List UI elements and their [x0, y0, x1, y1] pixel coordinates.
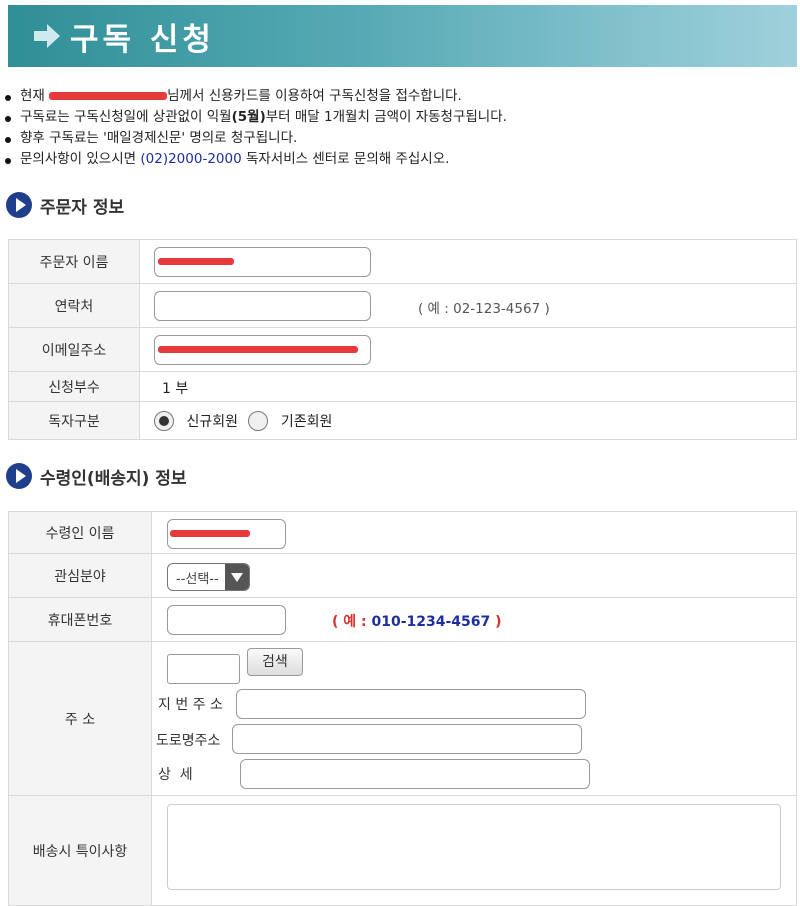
- receiver-name-cell: [151, 511, 797, 554]
- interest-selected-value: --선택--: [176, 571, 219, 587]
- redacted-receiver-name: [170, 530, 250, 537]
- jibun-address-label: 지 번 주 소: [158, 697, 223, 713]
- detail-address-label: 상 세: [158, 767, 193, 783]
- delivery-note-cell: [151, 795, 797, 906]
- interest-cell: --선택--: [151, 553, 797, 598]
- jibun-address-input[interactable]: [236, 689, 586, 719]
- page-header-banner: 구독 신청: [8, 5, 797, 67]
- mobile-hint: ( 예 : 010-1234-4567 ): [332, 614, 502, 630]
- notice-item: 현재 님께서 신용카드를 이용하여 구독신청을 접수합니다.: [0, 86, 790, 107]
- notice-item: 문의사항이 있으시면 (02)2000-2000 독자서비스 센터로 문의해 주…: [0, 149, 790, 170]
- reader-type-label: 독자구분: [8, 401, 140, 440]
- notice-item: 향후 구독료는 '매일경제신문' 명의로 청구됩니다.: [0, 128, 790, 149]
- contact-cell: ( 예 : 02-123-4567 ): [139, 283, 797, 328]
- contact-hint: ( 예 : 02-123-4567 ): [418, 301, 550, 317]
- radio-existing-member[interactable]: [248, 411, 269, 431]
- redacted-user-id: [49, 92, 168, 100]
- chevron-down-icon: [224, 564, 249, 590]
- zipcode-input[interactable]: [167, 654, 240, 684]
- mobile-cell: ( 예 : 010-1234-4567 ): [151, 597, 797, 642]
- reader-type-cell: 신규회원 기존회원: [139, 401, 797, 440]
- email-label: 이메일주소: [8, 327, 140, 372]
- redacted-email: [158, 346, 358, 353]
- radio-new-member[interactable]: [154, 411, 174, 431]
- orderer-name-label: 주문자 이름: [8, 239, 140, 284]
- mobile-label: 휴대폰번호: [8, 597, 152, 642]
- orderer-form: 주문자 이름 연락처 ( 예 : 02-123-4567 ) 이메일주소 신청부…: [8, 239, 797, 440]
- delivery-note-label: 배송시 특이사항: [8, 795, 152, 906]
- mobile-input[interactable]: [167, 605, 286, 635]
- service-phone: (02)2000-2000: [140, 151, 242, 167]
- address-label: 주 소: [8, 641, 152, 796]
- road-address-label: 도로명주소: [156, 733, 221, 749]
- delivery-note-textarea[interactable]: [167, 804, 781, 890]
- receiver-section-title: 수령인(배송지) 정보: [6, 463, 187, 489]
- contact-input[interactable]: [154, 291, 371, 321]
- address-cell: 검색 지 번 주 소 도로명주소 상 세: [151, 641, 797, 796]
- page-title: 구독 신청: [70, 21, 215, 58]
- orderer-name-cell: [139, 239, 797, 284]
- notice-item: 구독료는 구독신청일에 상관없이 익월(5월)부터 매달 1개월치 금액이 자동…: [0, 107, 790, 128]
- road-address-input[interactable]: [232, 724, 582, 754]
- address-search-button[interactable]: 검색: [247, 648, 303, 676]
- count-label: 신청부수: [8, 371, 140, 402]
- arrow-right-icon: [32, 21, 62, 51]
- new-member-label: 신규회원: [186, 414, 238, 430]
- detail-address-input[interactable]: [240, 759, 590, 789]
- count-value: 1 부: [162, 381, 189, 397]
- interest-select[interactable]: --선택--: [167, 563, 250, 591]
- existing-member-label: 기존회원: [280, 414, 333, 430]
- receiver-form: 수령인 이름 관심분야 --선택-- 휴대폰번호 ( 예 : 010-1234-…: [8, 511, 797, 906]
- email-cell: [139, 327, 797, 372]
- contact-label: 연락처: [8, 283, 140, 328]
- interest-label: 관심분야: [8, 553, 152, 598]
- redacted-name: [158, 258, 234, 265]
- count-cell: 1 부: [139, 371, 797, 402]
- play-bullet-icon: [6, 463, 32, 489]
- play-bullet-icon: [6, 192, 32, 218]
- orderer-section-title: 주문자 정보: [6, 192, 124, 218]
- notice-list: 현재 님께서 신용카드를 이용하여 구독신청을 접수합니다. 구독료는 구독신청…: [0, 86, 790, 170]
- receiver-name-label: 수령인 이름: [8, 511, 152, 554]
